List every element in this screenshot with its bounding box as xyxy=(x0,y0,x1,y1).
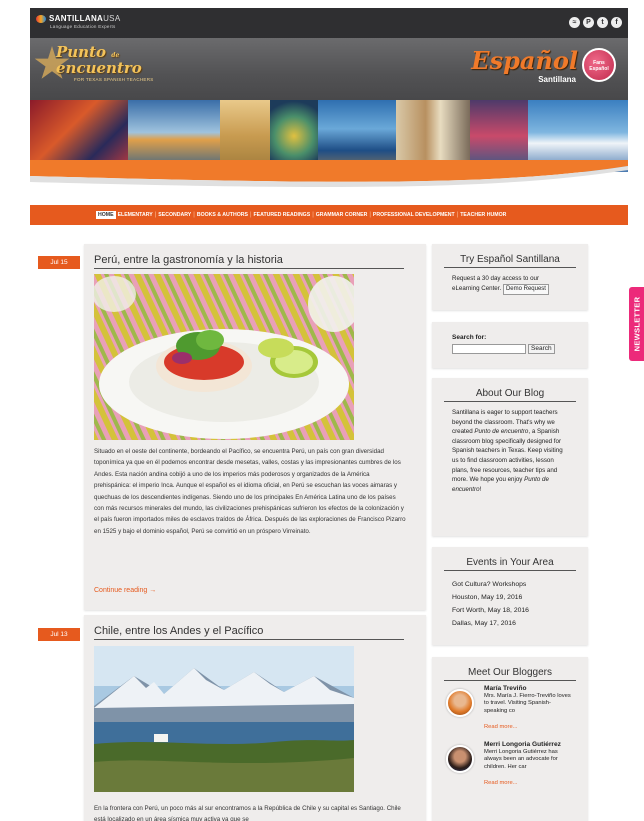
blogger-name[interactable]: Merri Longoria Gutiérrez xyxy=(484,741,588,749)
facebook-icon[interactable]: f xyxy=(611,17,622,28)
santillana-logo[interactable]: SANTILLANAUSA Language Education Experts xyxy=(36,14,120,29)
event-item: Houston, May 19, 2016 xyxy=(452,594,523,601)
widget-title: Try Español Santillana xyxy=(444,254,576,268)
logo-tagline: Language Education Experts xyxy=(50,24,116,29)
nav-books-authors[interactable]: BOOKS & AUTHORS xyxy=(195,212,250,218)
nav-featured-readings[interactable]: FEATURED READINGS xyxy=(252,212,313,218)
nav-teacher-humor[interactable]: TEACHER HUMOR xyxy=(458,212,508,218)
blogger-bio: Mrs. María J. Fierro-Treviño loves to tr… xyxy=(484,693,571,714)
widget-text: Request a 30 day access to our eLearning… xyxy=(432,272,588,295)
post-date-badge: Jul 13 xyxy=(38,628,80,641)
twitter-icon[interactable]: t xyxy=(597,17,608,28)
about-text: Santillana is eager to support teachers … xyxy=(452,409,563,493)
about-blog-widget: About Our Blog Santillana is eager to su… xyxy=(432,378,588,536)
read-more-link[interactable]: Read more... xyxy=(484,780,518,786)
blogger-bio: Merri Longoria Gutiérrez has always been… xyxy=(484,749,558,770)
brand-title: Punto de encuentro xyxy=(56,43,142,77)
rss-icon[interactable]: ≈ xyxy=(569,17,580,28)
blog-post: Perú, entre la gastronomía y la historia xyxy=(84,244,426,610)
newsletter-tab[interactable]: NEWSLETTER xyxy=(629,287,644,361)
try-espanol-widget: Try Español Santillana Request a 30 day … xyxy=(432,244,588,310)
logo-brand: SANTILLANA xyxy=(49,14,104,23)
nav-elementary[interactable]: ELEMENTARY xyxy=(116,212,155,218)
widget-title: About Our Blog xyxy=(444,388,576,402)
post-excerpt: En la frontera con Perú, un poco más al … xyxy=(94,805,401,821)
post-image-chile-landscape[interactable] xyxy=(94,646,354,792)
blogger-name[interactable]: María Treviño xyxy=(484,685,588,693)
events-list: Got Cultura? Workshops Houston, May 19, … xyxy=(432,575,588,630)
espanol-santillana-logo[interactable]: Español Santillana Fans Español xyxy=(460,44,620,94)
post-title[interactable]: Chile, entre los Andes y el Pacífico xyxy=(94,625,404,640)
avatar[interactable] xyxy=(446,745,474,773)
avatar[interactable] xyxy=(446,689,474,717)
nav-professional-development[interactable]: PROFESSIONAL DEVELOPMENT xyxy=(371,212,457,218)
nav-home[interactable]: HOME xyxy=(96,211,116,219)
header-wave xyxy=(30,160,628,187)
event-item: Fort Worth, May 18, 2016 xyxy=(452,607,529,614)
events-widget: Events in Your Area Got Cultura? Worksho… xyxy=(432,547,588,645)
top-bar: SANTILLANAUSA Language Education Experts… xyxy=(30,8,628,38)
post-date-badge: Jul 15 xyxy=(38,256,80,269)
fans-espanol-badge[interactable]: Fans Español xyxy=(582,48,616,82)
search-input[interactable] xyxy=(452,344,526,354)
santillana-swirl-icon xyxy=(36,14,46,23)
continue-reading-link[interactable]: Continue reading → xyxy=(94,587,156,594)
social-links: ≈ P t f xyxy=(569,17,622,28)
santillana-wordmark: Santillana xyxy=(538,75,576,84)
pinterest-icon[interactable]: P xyxy=(583,17,594,28)
blog-post: Chile, entre los Andes y el Pacífico En … xyxy=(84,615,426,821)
site-header: Punto de encuentro FOR TEXAS SPANISH TEA… xyxy=(30,38,628,100)
post-excerpt: Situado en el oeste del continente, bord… xyxy=(94,448,406,535)
blogger-card: Merri Longoria Gutiérrez Merri Longoria … xyxy=(432,741,588,793)
nav-grammar-corner[interactable]: GRAMMAR CORNER xyxy=(314,212,370,218)
bloggers-widget: Meet Our Bloggers María Treviño Mrs. Mar… xyxy=(432,657,588,821)
search-label: Search for: xyxy=(452,334,487,341)
main-nav: HOME ELEMENTARY | SECONDARY | BOOKS & AUTH… xyxy=(30,205,628,225)
logo-usa: USA xyxy=(103,14,121,23)
search-button[interactable]: Search xyxy=(528,344,555,354)
search-widget: Search for: Search xyxy=(432,322,588,368)
widget-title: Meet Our Bloggers xyxy=(444,667,576,681)
event-item[interactable]: Got Cultura? Workshops xyxy=(452,578,568,591)
post-image-ceviche[interactable] xyxy=(94,274,354,440)
widget-title: Events in Your Area xyxy=(444,557,576,571)
nav-secondary[interactable]: SECONDARY xyxy=(156,212,193,218)
post-title[interactable]: Perú, entre la gastronomía y la historia xyxy=(94,254,404,269)
brand-subtitle: FOR TEXAS SPANISH TEACHERS xyxy=(74,77,154,82)
espanol-wordmark: Español xyxy=(471,46,578,75)
event-item: Dallas, May 17, 2016 xyxy=(452,620,516,627)
demo-request-button[interactable]: Demo Request xyxy=(502,283,549,295)
blogger-card: María Treviño Mrs. María J. Fierro-Trevi… xyxy=(432,685,588,737)
read-more-link[interactable]: Read more... xyxy=(484,724,518,730)
